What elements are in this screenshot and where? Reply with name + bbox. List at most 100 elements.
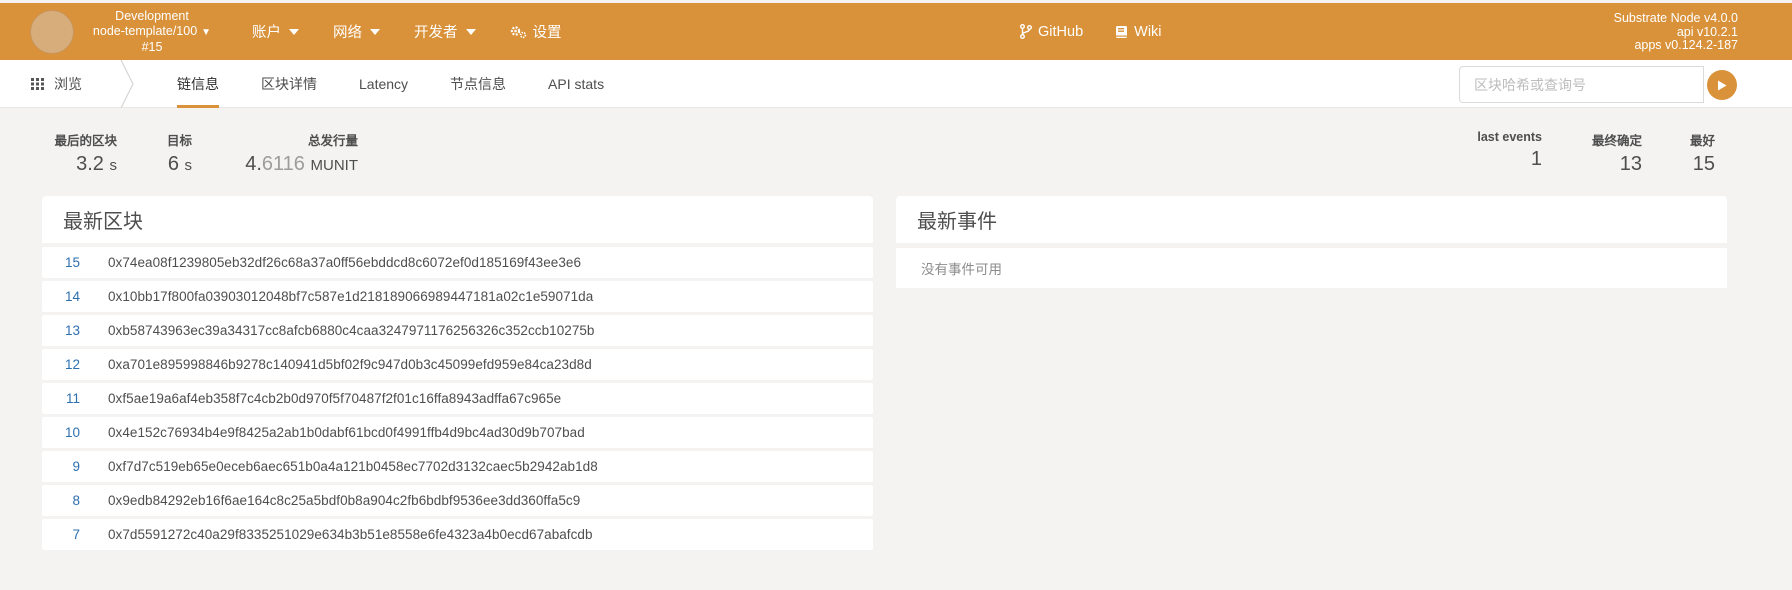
menu-accounts-label: 账户	[252, 25, 281, 41]
summary-unit: s	[184, 157, 193, 174]
block-number-link[interactable]: 9	[42, 459, 80, 474]
block-hash: 0xf7d7c519eb65e0eceb6aec651b0a4a121b0458…	[108, 459, 598, 474]
wiki-label: Wiki	[1134, 23, 1162, 40]
caret-down-icon	[370, 28, 380, 35]
chain-block: #15	[141, 39, 163, 54]
menu-settings[interactable]: 设置	[510, 3, 562, 60]
summary-value: 13	[1619, 153, 1642, 175]
summary-value: 4.	[245, 153, 262, 175]
block-row: 9 0xf7d7c519eb65e0eceb6aec651b0a4a121b045…	[42, 451, 873, 482]
caret-down-icon	[465, 28, 476, 35]
tab-bar: 链信息 区块详情 Latency 节点信息 API stats	[177, 60, 646, 108]
api-version: api v10.2.1	[1676, 24, 1738, 39]
summary-unit: MUNIT	[310, 157, 359, 174]
wiki-link[interactable]: Wiki	[1115, 23, 1162, 40]
caret-down-icon	[289, 28, 299, 35]
block-number-link[interactable]: 7	[42, 527, 80, 542]
play-icon	[1718, 80, 1727, 90]
tab-label: Latency	[359, 76, 409, 92]
summary-label: last events	[1477, 130, 1542, 144]
block-row: 10 0x4e152c76934b4e9f8425a2ab1b0dabf61bcd…	[42, 417, 873, 448]
block-hash: 0x9edb84292eb16f6ae164c8c25a5bdf0b8a904c…	[108, 493, 581, 508]
summary-last-block: 最后的区块 3.2 s	[54, 130, 117, 176]
menu-developer-label: 开发者	[414, 25, 458, 41]
block-row: 14 0x10bb17f800fa03903012048bf7c587e1d218…	[42, 281, 873, 312]
block-number-link[interactable]: 8	[42, 493, 80, 508]
menu-network[interactable]: 网络	[333, 3, 380, 60]
summary-finalized: 最终确定 13	[1578, 130, 1642, 176]
recent-events-header: 最新事件	[896, 196, 1727, 243]
summary-label: 总发行量	[307, 134, 358, 148]
tab-label: API stats	[548, 76, 605, 92]
menu-developer[interactable]: 开发者	[414, 3, 476, 60]
block-hash: 0x10bb17f800fa03903012048bf7c587e1d21818…	[108, 289, 594, 304]
summary-value: 6	[167, 153, 179, 175]
summary-label: 最后的区块	[54, 134, 117, 148]
block-number-link[interactable]: 15	[42, 255, 80, 270]
summary-total-issuance: 总发行量 4.6116 MUNIT	[232, 130, 358, 176]
recent-events-title: 最新事件	[917, 211, 997, 233]
search-go-button[interactable]	[1707, 70, 1737, 100]
block-number-link[interactable]: 11	[42, 391, 80, 406]
chain-selector[interactable]: Development node-template/100 ▼ #15	[0, 3, 216, 60]
tab-api-stats[interactable]: API stats	[548, 60, 604, 108]
block-hash: 0xa701e895998846b9278c140941d5bf02f9c947…	[108, 357, 592, 372]
chain-name: Development	[115, 8, 189, 23]
external-links: GitHub Wiki	[1020, 3, 1194, 60]
summary-last-events: last events 1	[1468, 130, 1542, 171]
block-number-link[interactable]: 13	[42, 323, 80, 338]
gear-icon	[510, 25, 526, 38]
summary-label: 最好	[1689, 134, 1715, 148]
tab-latency[interactable]: Latency	[359, 60, 408, 108]
main-menu: 账户 网络 开发者 设置	[252, 3, 596, 60]
block-hash: 0x74ea08f1239805eb32df26c68a37a0ff56ebdd…	[108, 255, 582, 270]
summary-target: 目标 6 s	[156, 130, 192, 176]
chain-info: Development node-template/100 ▼ #15	[88, 9, 216, 55]
block-hash: 0x4e152c76934b4e9f8425a2ab1b0dabf61bcd0f…	[108, 425, 585, 440]
chain-logo	[30, 9, 74, 54]
summary-label: 最终确定	[1591, 134, 1642, 148]
tab-node-info[interactable]: 节点信息	[450, 60, 506, 108]
block-row: 13 0xb58743963ec39a34317cc8afcb6880c4caa3…	[42, 315, 873, 346]
top-bar: Development node-template/100 ▼ #15 账户 网络…	[0, 3, 1792, 60]
summary-label: 目标	[166, 134, 192, 148]
block-search-input[interactable]	[1459, 66, 1704, 103]
apps-version: apps v0.124.2-187	[1634, 38, 1738, 52]
block-row: 11 0xf5ae19a6af4eb358f7c4cb2b0d970f5f7048…	[42, 383, 873, 414]
no-events-text: 没有事件可用	[921, 262, 1002, 277]
menu-accounts[interactable]: 账户	[252, 3, 299, 60]
version-info: Substrate Node v4.0.0 api v10.2.1 apps v…	[1613, 11, 1738, 53]
chevron-down-icon: ▼	[201, 26, 212, 38]
block-row: 12 0xa701e895998846b9278c140941d5bf02f9c9…	[42, 349, 873, 380]
book-icon	[1116, 25, 1128, 38]
browse-menu[interactable]: 浏览	[31, 60, 82, 108]
no-events-message: 没有事件可用	[896, 248, 1727, 288]
menu-network-label: 网络	[333, 25, 362, 41]
sub-navigation: 浏览 链信息 区块详情 Latency 节点信息 API stats	[0, 60, 1792, 108]
summary-value-fraction: 6116	[261, 153, 305, 175]
block-hash: 0x7d5591272c40a29f8335251029e634b3b51e85…	[108, 527, 593, 542]
code-branch-icon	[1020, 24, 1032, 39]
tab-block-details[interactable]: 区块详情	[261, 60, 317, 108]
github-link[interactable]: GitHub	[1020, 24, 1083, 40]
tab-label: 节点信息	[450, 76, 507, 92]
block-number-link[interactable]: 10	[42, 425, 80, 440]
browse-label: 浏览	[54, 76, 82, 92]
tab-chain-info[interactable]: 链信息	[177, 60, 219, 108]
menu-settings-label: 设置	[532, 25, 562, 41]
summary-value: 3.2	[76, 153, 104, 175]
block-number-link[interactable]: 14	[42, 289, 80, 304]
tab-label: 链信息	[177, 76, 219, 92]
block-hash: 0xf5ae19a6af4eb358f7c4cb2b0d970f5f70487f…	[108, 391, 562, 406]
summary-best: 最好 15	[1680, 130, 1715, 176]
block-row: 15 0x74ea08f1239805eb32df26c68a37a0ff56eb…	[42, 247, 873, 278]
block-row: 7 0x7d5591272c40a29f8335251029e634b3b51e8…	[42, 519, 873, 550]
summary-value: 1	[1530, 148, 1542, 170]
tab-label: 区块详情	[261, 76, 317, 92]
recent-blocks-title: 最新区块	[63, 211, 143, 233]
node-version: Substrate Node v4.0.0	[1613, 11, 1738, 25]
block-row: 8 0x9edb84292eb16f6ae164c8c25a5bdf0b8a904…	[42, 485, 873, 516]
recent-blocks-header: 最新区块	[42, 196, 873, 243]
block-number-link[interactable]: 12	[42, 357, 80, 372]
chevron-separator-icon	[120, 60, 134, 108]
